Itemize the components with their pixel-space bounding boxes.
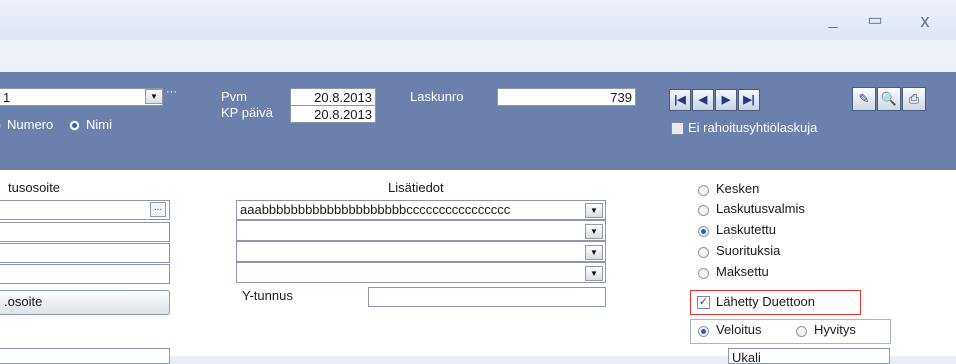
laskunro-field[interactable]: 739 (497, 88, 636, 106)
print-preview-icon[interactable]: 🔍 (877, 87, 901, 111)
hyvitys-label[interactable]: Hyvitys (814, 322, 856, 337)
print-icon[interactable]: ⎙ (902, 87, 926, 111)
lisatiedot-dropdown-1[interactable]: ▼ (585, 203, 603, 218)
duettoon-label[interactable]: Lähetty Duettoon (716, 294, 815, 309)
close-button[interactable]: x (912, 10, 938, 32)
bottom-field-value: Ukali (732, 350, 761, 364)
edit-document-icon[interactable]: ✎ (852, 87, 876, 111)
lisatiedot-line-4[interactable] (236, 262, 606, 283)
address-button[interactable]: .osoite (0, 290, 170, 315)
next-record-icon[interactable]: ▶ (715, 89, 737, 111)
first-record-icon[interactable]: |◀ (669, 89, 691, 111)
address-label: tusosoite (8, 180, 61, 195)
customer-dropdown-button[interactable]: ▼ (145, 89, 163, 104)
lisatiedot-line-2[interactable] (236, 220, 606, 241)
ytunnus-label: Y-tunnus (242, 288, 293, 303)
status-radio-maksettu[interactable] (698, 268, 709, 279)
last-record-icon[interactable]: ▶| (738, 89, 760, 111)
lisatiedot-line-3[interactable] (236, 241, 606, 262)
maximize-button[interactable]: ▭ (862, 10, 888, 32)
bottom-field-left[interactable] (0, 348, 170, 364)
status-label-suorituksia[interactable]: Suorituksia (716, 243, 780, 258)
search-by-name-label[interactable]: Nimi (86, 117, 112, 132)
radio-number-partial[interactable]: ) (0, 118, 1, 132)
address-field-4[interactable] (0, 264, 170, 284)
toolbar-strip (0, 40, 956, 73)
address-field-3[interactable] (0, 243, 170, 263)
laskunro-label: Laskunro (410, 89, 464, 104)
pvm-field[interactable]: 20.8.2013 (290, 88, 376, 106)
duettoon-checkbox[interactable]: ✓ (697, 296, 710, 309)
hyvitys-radio[interactable] (796, 326, 807, 337)
title-bar: _ ▭ x (0, 0, 956, 41)
status-radio-suorituksia[interactable] (698, 247, 709, 258)
customer-ellipsis-icon[interactable]: ··· (166, 86, 177, 98)
search-by-number-label[interactable]: Numero (7, 117, 53, 132)
status-label-kesken[interactable]: Kesken (716, 181, 759, 196)
lisatiedot-line-1-text: aaabbbbbbbbbbbbbbbbbbbbcccccccccccccccc (240, 202, 511, 217)
ytunnus-field[interactable] (368, 287, 606, 307)
address-ellipsis-icon[interactable]: ... (150, 202, 166, 217)
lisatiedot-line-1[interactable]: aaabbbbbbbbbbbbbbbbbbbbcccccccccccccccc (236, 200, 606, 220)
status-radio-laskutusvalmis[interactable] (698, 205, 709, 216)
ei-rahoitus-label[interactable]: Ei rahoitusyhtiölaskuja (688, 120, 817, 135)
pvm-label: Pvm (221, 89, 247, 104)
lisatiedot-dropdown-4[interactable]: ▼ (585, 266, 603, 281)
bottom-field-right[interactable]: Ukali (728, 348, 890, 364)
previous-record-icon[interactable]: ◀ (692, 89, 714, 111)
address-field-1[interactable] (0, 200, 170, 220)
search-by-name-radio[interactable] (69, 120, 80, 131)
lisatiedot-dropdown-3[interactable]: ▼ (585, 245, 603, 260)
status-radio-kesken[interactable] (698, 185, 709, 196)
lisatiedot-label: Lisätiedot (388, 180, 444, 195)
status-label-laskutettu[interactable]: Laskutettu (716, 222, 776, 237)
customer-combobox[interactable]: 1 (0, 88, 163, 106)
minimize-button[interactable]: _ (820, 10, 846, 32)
status-radio-laskutettu[interactable] (698, 226, 709, 237)
status-label-laskutusvalmis[interactable]: Laskutusvalmis (716, 201, 805, 216)
kp-paiva-label: KP päivä (221, 105, 273, 120)
lisatiedot-dropdown-2[interactable]: ▼ (585, 224, 603, 239)
veloitus-label[interactable]: Veloitus (716, 322, 762, 337)
kp-paiva-field[interactable]: 20.8.2013 (290, 105, 376, 123)
address-field-2[interactable] (0, 222, 170, 242)
customer-value: 1 (3, 90, 11, 105)
veloitus-radio[interactable] (698, 326, 709, 337)
ei-rahoitus-checkbox[interactable] (671, 122, 684, 135)
status-label-maksettu[interactable]: Maksettu (716, 264, 769, 279)
